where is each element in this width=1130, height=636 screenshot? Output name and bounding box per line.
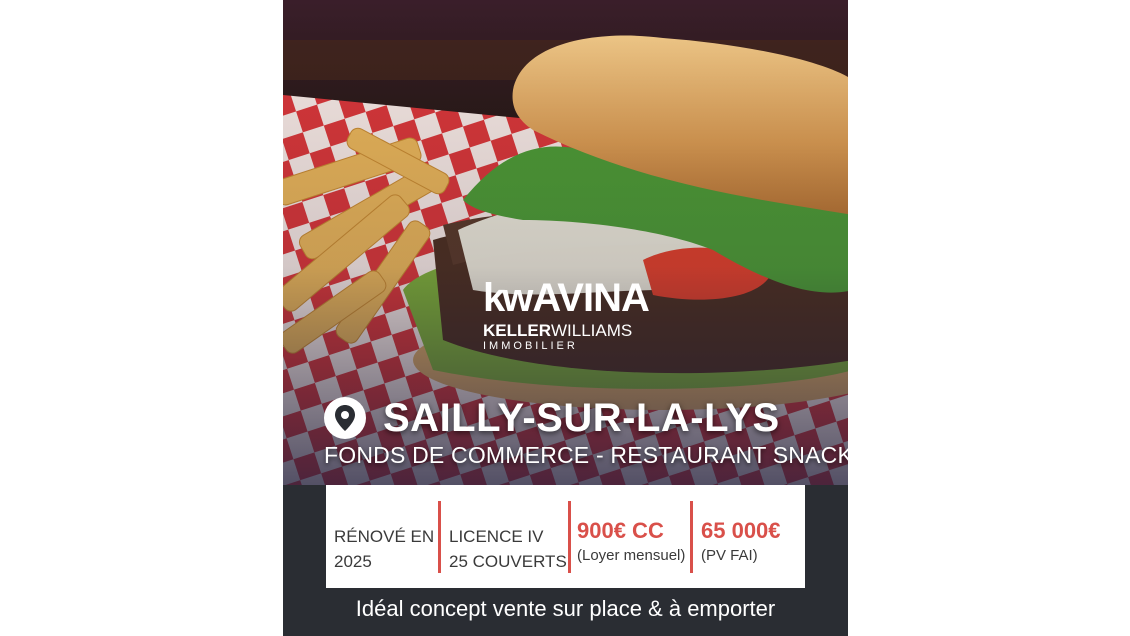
feature-license: LICENCE IV 25 COUVERTS (449, 526, 567, 571)
feature-sale-price: 65 000€ (PV FAI) (701, 517, 781, 564)
kw-avina-logo: kwAVINA KELLERWILLIAMS IMMOBILIER (483, 276, 650, 352)
logo-tagline: IMMOBILIER (483, 340, 578, 352)
business-type: FONDS DE COMMERCE - RESTAURANT SNACK (324, 442, 848, 468)
location-pin-icon (324, 397, 366, 439)
logo-keller-williams: KELLERWILLIAMS (483, 321, 633, 340)
concept-tagline: Idéal concept vente sur place & à emport… (355, 596, 776, 621)
listing-poster: kwAVINA KELLERWILLIAMS IMMOBILIER SAILLY… (283, 0, 848, 636)
location-heading: SAILLY-SUR-LA-LYS (323, 396, 780, 440)
logo-wordmark: kwAVINA (483, 276, 650, 320)
city-title: SAILLY-SUR-LA-LYS (383, 396, 780, 440)
feature-rent: 900€ CC (Loyer mensuel) (577, 517, 686, 564)
feature-renovated: RÉNOVÉ EN 2025 (334, 526, 435, 571)
features-box: RÉNOVÉ EN 2025 LICENCE IV 25 COUVERTS 90… (326, 485, 805, 588)
